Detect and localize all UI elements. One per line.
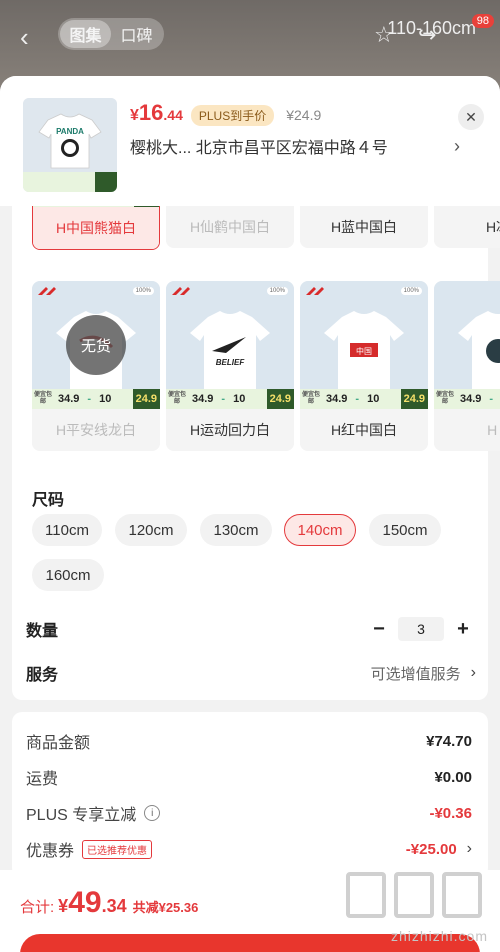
quantity-minus-button[interactable]: − xyxy=(366,616,392,642)
size-option-120[interactable]: 120cm xyxy=(115,514,187,546)
quantity-label: 数量 xyxy=(26,623,59,640)
variant-card[interactable]: 便宜包邮34.9-1024.9 H中国熊猫白 xyxy=(32,206,160,250)
shipping-label: 运费 xyxy=(26,771,59,788)
variant-card[interactable]: 便宜包邮34.9-1024.9 H蓝中国白 xyxy=(300,206,428,248)
chevron-right-icon: › xyxy=(470,664,476,681)
variant-label: H红中国白 xyxy=(300,409,428,451)
variant-card[interactable]: 100% BELIEF 便宜包邮 34.9-10 24.9 H运动回力白 xyxy=(166,281,294,451)
size-option-110[interactable]: 110cm xyxy=(32,514,102,546)
total-currency: ¥ xyxy=(58,896,69,916)
size-option-130[interactable]: 130cm xyxy=(200,514,272,546)
belief-print-text: BELIEF xyxy=(216,358,246,367)
product-thumbnail[interactable]: PANDA xyxy=(23,98,117,192)
goods-amount-row: 商品金额 ¥74.70 xyxy=(26,728,472,754)
price-decimal: .44 xyxy=(163,107,183,123)
brand-logo-icon xyxy=(306,287,324,295)
price-currency: ¥ xyxy=(130,107,139,124)
svg-text:PANDA: PANDA xyxy=(56,127,84,136)
variant-label: H中国熊猫白 xyxy=(33,207,159,249)
sheet-header: PANDA ¥ 16 .44 PLUS到手价 ¥24.9 樱桃大... 北京市昌… xyxy=(0,76,500,206)
out-of-stock-overlay: 无货 xyxy=(66,315,126,375)
watermark-text: zhizhizhi.com xyxy=(390,928,488,944)
size-section-title: 尺码 xyxy=(32,492,65,509)
variant-price-bar: 便宜包邮34.9-1024.9 xyxy=(32,389,160,409)
cotton-tag: 100% xyxy=(266,287,288,295)
checkout-bar: 合计: ¥ 49 .34 共减¥25.36 zhizhizhi.com xyxy=(0,870,500,952)
chevron-right-icon: › xyxy=(454,135,460,156)
variant-card[interactable]: 便宜包邮34.9-1024.9 H L xyxy=(434,281,500,451)
variant-price-bar: 便宜包邮34.9-1024.9 xyxy=(300,389,428,409)
variant-card[interactable]: 便宜包邮34.9-1024.9 H仙鹤中国白 xyxy=(166,206,294,248)
tshirt-image: BELIEF xyxy=(190,311,270,389)
chevron-right-icon: › xyxy=(466,840,472,857)
total-price: 合计: ¥ 49 .34 共减¥25.36 xyxy=(20,886,198,920)
plus-discount-row: PLUS 专享立减 i -¥0.36 xyxy=(26,800,472,826)
variant-label: H L xyxy=(434,409,500,451)
brand-logo-icon xyxy=(172,287,190,295)
back-arrow-icon[interactable]: ‹ xyxy=(20,22,29,53)
variant-card[interactable]: 100% 无货 便宜包邮 34.9-10 24.9 H平安线龙白 xyxy=(32,281,160,451)
shipping-value: ¥0.00 xyxy=(434,768,472,786)
close-icon: ✕ xyxy=(465,108,477,125)
service-row[interactable]: 服务 可选增值服务 › xyxy=(26,658,476,688)
variant-label: H冰 xyxy=(434,206,500,248)
goods-amount-value: ¥74.70 xyxy=(426,732,472,750)
service-value: 可选增值服务 xyxy=(370,665,461,683)
variant-row-2: 100% 无货 便宜包邮 34.9-10 24.9 H平安线龙白 100% BELI… xyxy=(32,281,500,451)
cotton-tag: 100% xyxy=(400,287,422,295)
redbox-print-text: 中国 xyxy=(356,346,372,356)
tshirt-image: 中国 xyxy=(324,311,404,389)
tab-reviews[interactable]: 口碑 xyxy=(111,20,162,48)
size-option-140[interactable]: 140cm xyxy=(284,514,356,546)
quantity-plus-button[interactable]: + xyxy=(450,616,476,642)
variant-price-bar: 便宜包邮34.9-1024.9 xyxy=(166,389,294,409)
total-savings: 共减¥25.36 xyxy=(132,900,199,915)
price-row: ¥ 16 .44 PLUS到手价 ¥24.9 xyxy=(130,100,321,126)
size-range-text: 110-160cm xyxy=(387,18,476,38)
size-option-160[interactable]: 160cm xyxy=(32,559,104,591)
plus-discount-value: -¥0.36 xyxy=(429,804,472,822)
total-decimal: .34 xyxy=(101,896,127,916)
plus-discount-label: PLUS 专享立减 xyxy=(26,807,137,824)
total-label: 合计: xyxy=(20,899,55,916)
original-price: ¥24.9 xyxy=(286,107,322,123)
cart-count-badge: 98 xyxy=(471,14,494,28)
variant-label: H运动回力白 xyxy=(166,409,294,451)
variant-label: H蓝中国白 xyxy=(300,206,428,248)
total-integer: 49 xyxy=(68,886,102,919)
plus-price-tag: PLUS到手价 xyxy=(190,105,275,126)
quantity-stepper: − 3 + xyxy=(366,616,476,642)
variant-row-1: 便宜包邮34.9-1024.9 H中国熊猫白 便宜包邮34.9-1024.9 H… xyxy=(32,206,500,268)
site-watermark: zhizhizhi.com xyxy=(342,870,492,950)
variant-price-bar: 便宜包邮34.9-1024.9 xyxy=(33,206,159,207)
sku-selector-sheet: PANDA ¥ 16 .44 PLUS到手价 ¥24.9 樱桃大... 北京市昌… xyxy=(0,76,500,952)
info-icon[interactable]: i xyxy=(144,805,161,821)
quantity-row: 数量 − 3 + xyxy=(26,614,476,644)
tab-gallery[interactable]: 图集 xyxy=(60,20,111,48)
variant-card[interactable]: 便宜包邮34.9-1024.9 H冰 xyxy=(434,206,500,248)
close-button[interactable]: ✕ xyxy=(458,104,484,130)
options-card: 便宜包邮34.9-1024.9 H中国熊猫白 便宜包邮34.9-1024.9 H… xyxy=(12,206,500,700)
size-option-150[interactable]: 150cm xyxy=(369,514,441,546)
goods-amount-label: 商品金额 xyxy=(26,735,91,752)
variant-label: H平安线龙白 xyxy=(32,409,160,451)
price-integer: 16 xyxy=(138,100,164,125)
coupon-label: 优惠券 xyxy=(26,843,75,860)
coupon-value: -¥25.00 xyxy=(405,840,457,858)
address-row[interactable]: 樱桃大... 北京市昌平区宏福中路４号 › xyxy=(130,134,460,158)
service-label: 服务 xyxy=(26,667,59,684)
address-text: 樱桃大... 北京市昌平区宏福中路４号 xyxy=(130,140,388,157)
cotton-tag: 100% xyxy=(132,287,154,295)
shipping-row: 运费 ¥0.00 xyxy=(26,764,472,790)
brand-logo-icon xyxy=(38,287,56,295)
coupon-row[interactable]: 优惠券 已选推荐优惠 -¥25.00 › xyxy=(26,836,472,862)
variant-price-bar: 便宜包邮34.9-1024.9 xyxy=(434,389,500,409)
tshirt-image xyxy=(458,311,500,389)
variant-card[interactable]: 100% 中国 便宜包邮 34.9-10 24.9 H红中国白 xyxy=(300,281,428,451)
quantity-input[interactable]: 3 xyxy=(398,617,444,641)
price-summary-card: 商品金额 ¥74.70 运费 ¥0.00 PLUS 专享立减 i -¥0.36 … xyxy=(12,712,488,878)
variant-label: H仙鹤中国白 xyxy=(166,206,294,248)
coupon-recommended-tag: 已选推荐优惠 xyxy=(82,839,153,859)
gallery-tabs: 图集 口碑 xyxy=(58,18,164,50)
